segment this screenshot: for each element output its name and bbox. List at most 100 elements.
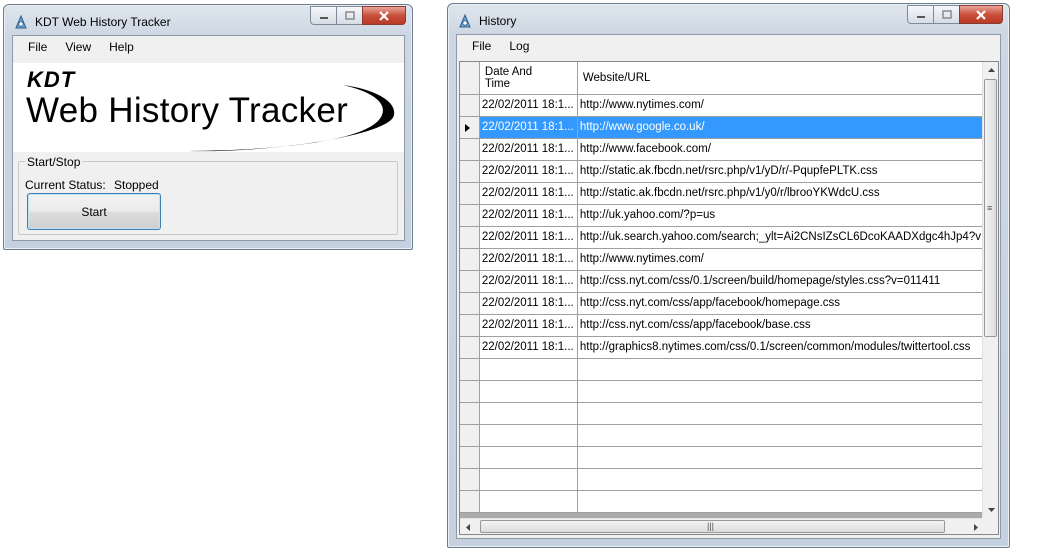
app-banner: KDT Web History Tracker — [13, 63, 404, 152]
table-row[interactable]: 22/02/2011 18:1... http://www.nytimes.com… — [460, 94, 985, 117]
table-row[interactable]: 22/02/2011 18:1... http://www.google.co.u… — [460, 116, 985, 139]
row-header[interactable] — [460, 138, 480, 161]
row-header[interactable] — [460, 292, 480, 315]
banner-product-title: Web History Tracker — [26, 91, 349, 130]
date-cell[interactable]: 22/02/2011 18:1... — [479, 138, 578, 161]
url-cell[interactable]: http://uk.search.yahoo.com/search;_ylt=A… — [577, 226, 985, 249]
row-header[interactable] — [460, 116, 480, 139]
date-cell[interactable]: 22/02/2011 18:1... — [479, 270, 578, 293]
history-menubar: File Log — [457, 35, 1000, 57]
main-window-title: KDT Web History Tracker — [35, 15, 171, 29]
row-header — [460, 446, 480, 469]
url-cell[interactable]: http://css.nyt.com/css/app/facebook/base… — [577, 314, 985, 337]
url-cell[interactable]: http://css.nyt.com/css/app/facebook/home… — [577, 292, 985, 315]
date-cell[interactable]: 22/02/2011 18:1... — [479, 182, 578, 205]
table-row[interactable]: 22/02/2011 18:1... http://css.nyt.com/css… — [460, 314, 985, 337]
date-cell[interactable]: 22/02/2011 18:1... — [479, 116, 578, 139]
row-header[interactable] — [460, 314, 480, 337]
horizontal-scrollbar[interactable]: ||| — [460, 518, 984, 534]
history-window: History File Log Date And Time Website/U… — [447, 3, 1010, 548]
date-cell[interactable]: 22/02/2011 18:1... — [479, 336, 578, 359]
row-selector-arrow-icon — [465, 123, 470, 132]
url-cell[interactable]: http://www.google.co.uk/ — [577, 116, 985, 139]
maximize-button[interactable] — [933, 5, 959, 24]
close-icon — [976, 9, 986, 20]
date-cell[interactable]: 22/02/2011 18:1... — [479, 314, 578, 337]
url-cell[interactable]: http://css.nyt.com/css/0.1/screen/build/… — [577, 270, 985, 293]
date-cell[interactable]: 22/02/2011 18:1... — [479, 226, 578, 249]
row-header[interactable] — [460, 204, 480, 227]
menu-view[interactable]: View — [56, 40, 100, 54]
start-button[interactable]: Start — [27, 193, 161, 230]
empty-table-row — [460, 468, 985, 491]
history-window-title: History — [479, 14, 517, 28]
history-table: Date And Time Website/URL 22/02/2011 18:… — [460, 62, 985, 513]
row-header[interactable] — [460, 182, 480, 205]
scroll-grip-icon: ||| — [707, 521, 715, 531]
empty-cell — [577, 490, 985, 513]
main-titlebar[interactable]: KDT Web History Tracker — [4, 5, 412, 35]
history-grid-body: Date And Time Website/URL 22/02/2011 18:… — [460, 62, 985, 518]
url-cell[interactable]: http://www.nytimes.com/ — [577, 94, 985, 117]
row-header — [460, 358, 480, 381]
app-icon — [15, 14, 27, 29]
close-button[interactable] — [362, 6, 406, 25]
menu-log[interactable]: Log — [500, 39, 538, 53]
date-cell[interactable]: 22/02/2011 18:1... — [479, 248, 578, 271]
table-row[interactable]: 22/02/2011 18:1... http://static.ak.fbcdn… — [460, 160, 985, 183]
menu-help[interactable]: Help — [100, 40, 143, 54]
table-row[interactable]: 22/02/2011 18:1... http://www.facebook.co… — [460, 138, 985, 161]
empty-table-row — [460, 446, 985, 469]
date-cell[interactable]: 22/02/2011 18:1... — [479, 94, 578, 117]
column-header-url[interactable]: Website/URL — [577, 62, 985, 95]
table-row[interactable]: 22/02/2011 18:1... http://static.ak.fbcdn… — [460, 182, 985, 205]
maximize-button[interactable] — [336, 6, 362, 25]
row-header[interactable] — [460, 226, 480, 249]
minimize-button[interactable] — [907, 5, 933, 24]
row-header[interactable] — [460, 248, 480, 271]
url-cell[interactable]: http://www.nytimes.com/ — [577, 248, 985, 271]
date-cell[interactable]: 22/02/2011 18:1... — [479, 292, 578, 315]
empty-table-row — [460, 490, 985, 513]
row-header — [460, 402, 480, 425]
menu-file[interactable]: File — [19, 40, 56, 54]
row-header[interactable] — [460, 160, 480, 183]
url-cell[interactable]: http://uk.yahoo.com/?p=us — [577, 204, 985, 227]
table-row[interactable]: 22/02/2011 18:1... http://graphics8.nytim… — [460, 336, 985, 359]
menu-file[interactable]: File — [463, 39, 500, 53]
column-header-date-label: Date And Time — [484, 65, 533, 90]
row-header[interactable] — [460, 270, 480, 293]
table-row[interactable]: 22/02/2011 18:1... http://css.nyt.com/css… — [460, 292, 985, 315]
history-titlebar[interactable]: History — [448, 4, 1009, 34]
row-header-corner[interactable] — [460, 62, 480, 95]
empty-cell — [577, 446, 985, 469]
grid-rows: 22/02/2011 18:1... http://www.nytimes.com… — [460, 94, 985, 513]
url-cell[interactable]: http://graphics8.nytimes.com/css/0.1/scr… — [577, 336, 985, 359]
table-row[interactable]: 22/02/2011 18:1... http://uk.search.yahoo… — [460, 226, 985, 249]
vertical-scroll-thumb[interactable]: ≡ — [984, 79, 997, 337]
scroll-down-arrow[interactable] — [983, 502, 998, 518]
date-cell[interactable]: 22/02/2011 18:1... — [479, 204, 578, 227]
url-cell[interactable]: http://static.ak.fbcdn.net/rsrc.php/v1/y… — [577, 160, 985, 183]
scroll-up-arrow[interactable] — [983, 62, 998, 78]
date-cell[interactable]: 22/02/2011 18:1... — [479, 160, 578, 183]
row-header — [460, 490, 480, 513]
url-cell[interactable]: http://static.ak.fbcdn.net/rsrc.php/v1/y… — [577, 182, 985, 205]
close-button[interactable] — [959, 5, 1003, 24]
empty-cell — [479, 446, 578, 469]
chevron-up-icon — [987, 68, 995, 72]
table-row[interactable]: 22/02/2011 18:1... http://uk.yahoo.com/?p… — [460, 204, 985, 227]
scroll-left-arrow[interactable] — [460, 519, 476, 534]
column-header-date[interactable]: Date And Time — [479, 62, 578, 95]
main-client-area: File View Help KDT Web History Tracker S… — [12, 35, 405, 241]
url-cell[interactable]: http://www.facebook.com/ — [577, 138, 985, 161]
row-header[interactable] — [460, 94, 480, 117]
history-grid[interactable]: Date And Time Website/URL 22/02/2011 18:… — [459, 61, 999, 535]
vertical-scrollbar[interactable]: ≡ — [982, 62, 998, 518]
table-row[interactable]: 22/02/2011 18:1... http://www.nytimes.com… — [460, 248, 985, 271]
table-row[interactable]: 22/02/2011 18:1... http://css.nyt.com/css… — [460, 270, 985, 293]
horizontal-scroll-thumb[interactable]: ||| — [480, 520, 945, 533]
minimize-button[interactable] — [310, 6, 336, 25]
empty-table-row — [460, 424, 985, 447]
row-header[interactable] — [460, 336, 480, 359]
